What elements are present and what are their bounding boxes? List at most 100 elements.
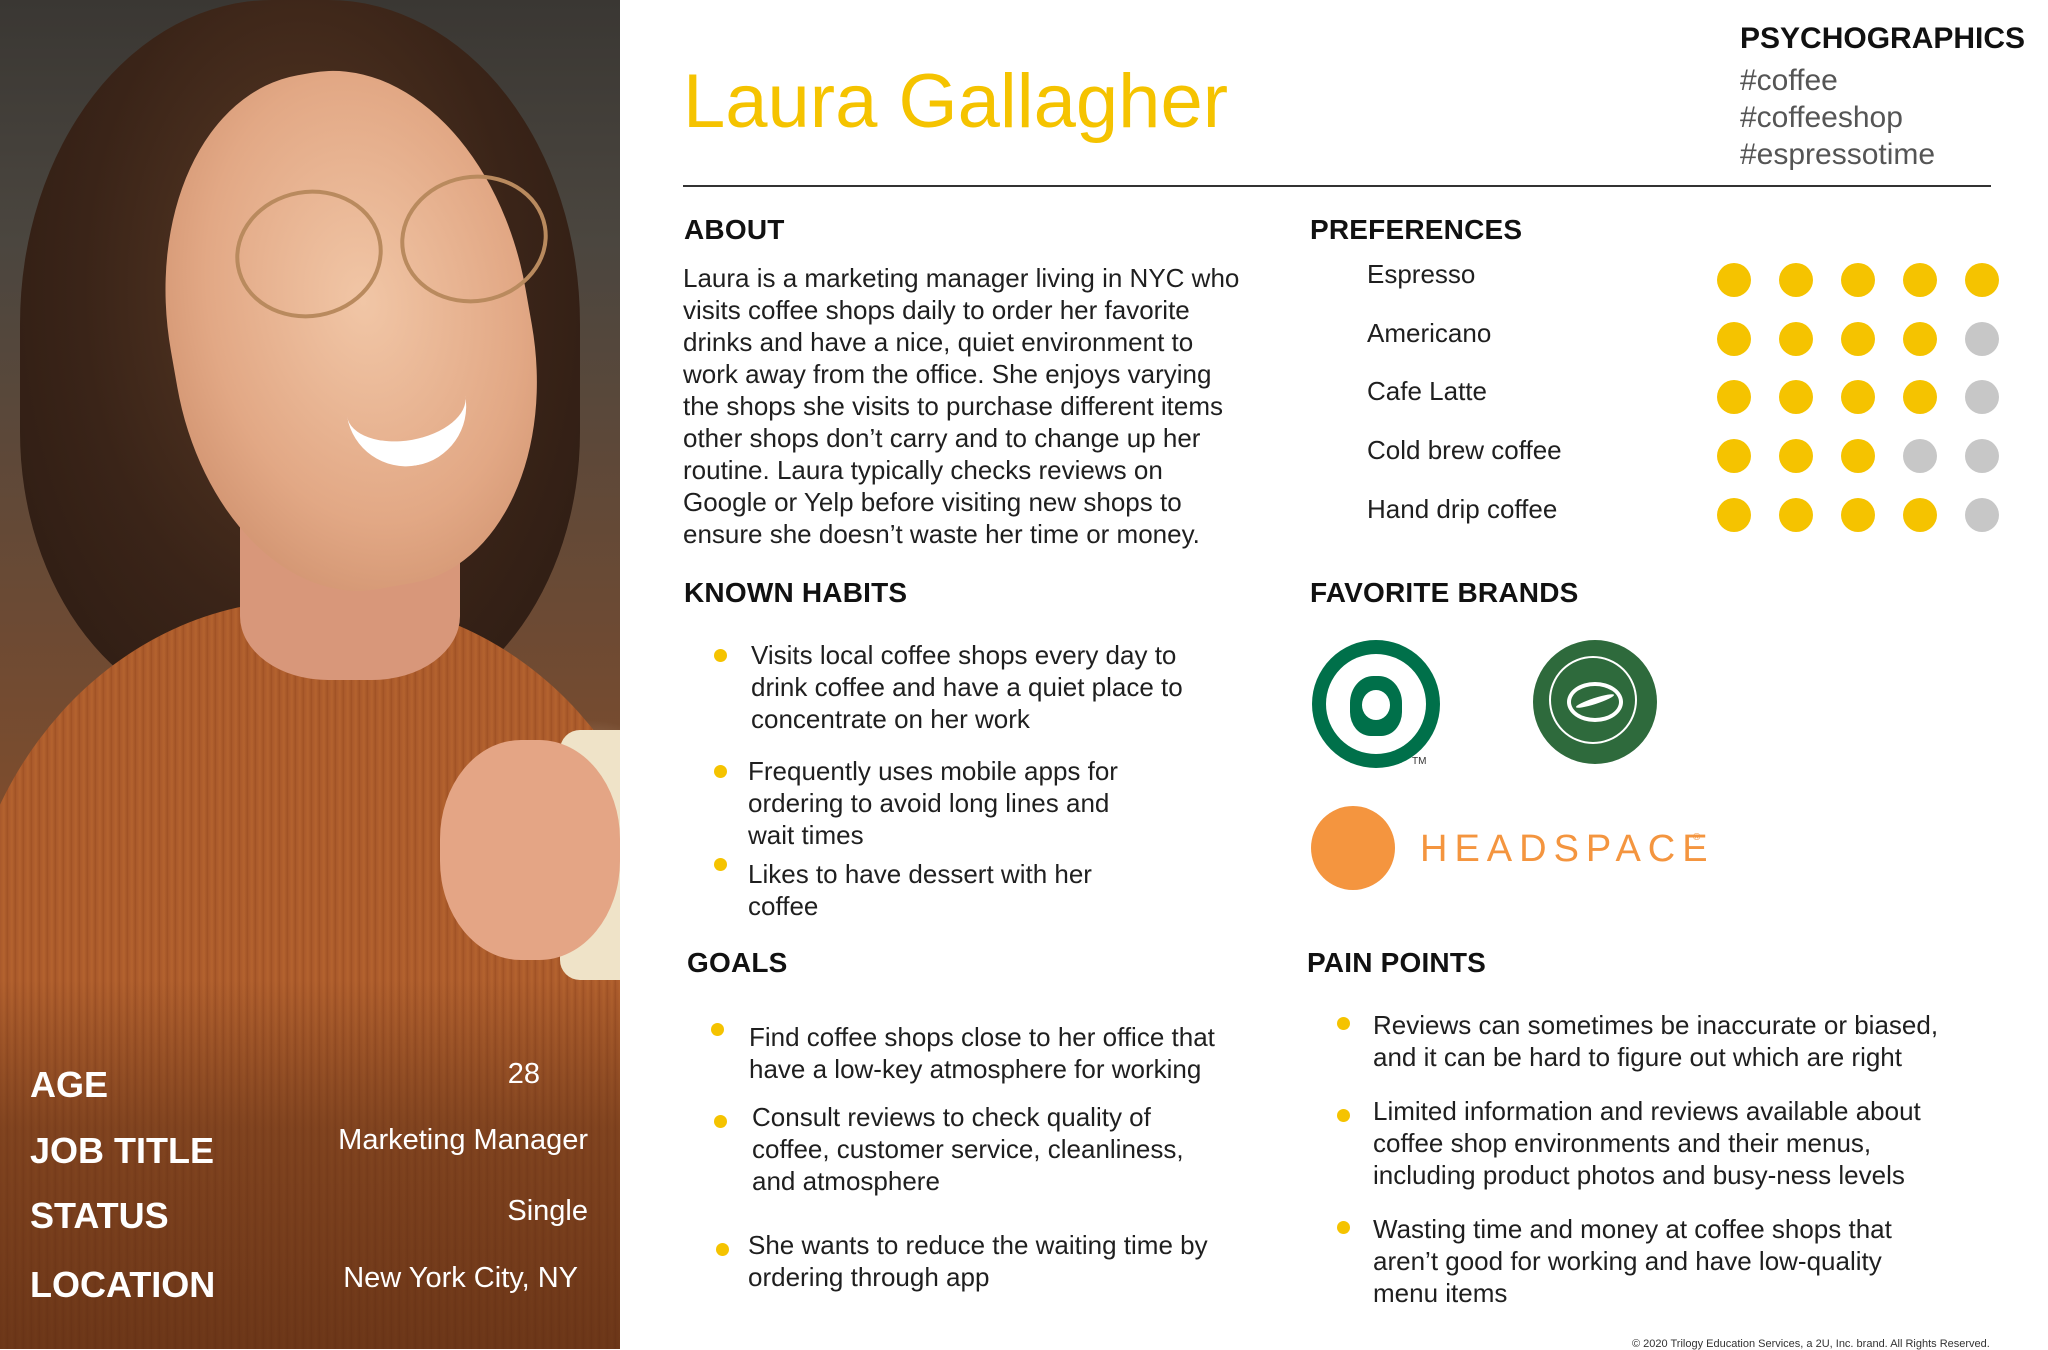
- goal-line: and atmosphere: [752, 1166, 940, 1196]
- rating-dot-filled: [1779, 380, 1813, 414]
- preference-row: Americano: [1367, 318, 2007, 362]
- preference-label: Americano: [1367, 318, 1492, 348]
- about-line: Laura is a marketing manager living in N…: [683, 263, 1240, 293]
- stat-value: New York City, NY: [343, 1262, 578, 1294]
- headspace-logo: [1311, 806, 1395, 890]
- rating-dot-filled: [1779, 498, 1813, 532]
- bullet-dot: [1337, 1109, 1350, 1122]
- preference-label: Espresso: [1367, 259, 1476, 289]
- preference-label: Cafe Latte: [1367, 376, 1487, 406]
- rating-dot-filled: [1903, 498, 1937, 532]
- habit-item: Likes to have dessert with her coffee: [714, 858, 1274, 928]
- registered-mark: ®: [1693, 832, 1701, 843]
- rating-dot-filled: [1717, 380, 1751, 414]
- goal-item: Find coffee shops close to her office th…: [711, 1021, 1291, 1091]
- about-line: work away from the office. She enjoys va…: [683, 359, 1212, 389]
- about-heading: ABOUT: [684, 214, 785, 245]
- stat-label: STATUS: [30, 1195, 169, 1236]
- persona-name: Laura Gallagher: [683, 59, 1229, 144]
- stat-value: 28: [507, 1058, 540, 1090]
- pain-point-text: Limited information and reviews availabl…: [1373, 1095, 1921, 1191]
- stat-label: LOCATION: [30, 1264, 216, 1305]
- rating-dot-filled: [1717, 263, 1751, 297]
- pain-point-line: including product photos and busy-ness l…: [1373, 1160, 1905, 1190]
- habits-heading: KNOWN HABITS: [684, 577, 908, 608]
- goals-heading: GOALS: [687, 947, 788, 978]
- rating-dot-filled: [1841, 439, 1875, 473]
- habit-item: Visits local coffee shops every day to d…: [714, 639, 1274, 739]
- preference-row: Cafe Latte: [1367, 376, 2007, 420]
- rating-dot-filled: [1903, 322, 1937, 356]
- starbucks-logo: [1312, 640, 1440, 768]
- header-divider: [683, 185, 1991, 187]
- preference-row: Cold brew coffee: [1367, 435, 2007, 479]
- goal-line: have a low-key atmosphere for working: [749, 1054, 1202, 1084]
- rating-dot-empty: [1965, 498, 1999, 532]
- habit-text: Visits local coffee shops every day to d…: [751, 639, 1183, 735]
- stat-status: STATUS Single: [30, 1189, 590, 1249]
- pain-point-item: Wasting time and money at coffee shops t…: [1337, 1213, 1997, 1313]
- rating-dot-filled: [1903, 263, 1937, 297]
- hand-shape: [440, 740, 620, 960]
- espresso-house-logo: [1533, 640, 1657, 764]
- rating-dot-filled: [1779, 263, 1813, 297]
- stat-age: AGE 28: [30, 1058, 590, 1118]
- rating-dot-filled: [1717, 498, 1751, 532]
- pain-point-text: Reviews can sometimes be inaccurate or b…: [1373, 1009, 1938, 1073]
- habit-line: Visits local coffee shops every day to: [751, 640, 1177, 670]
- preferences-heading: PREFERENCES: [1310, 214, 1523, 245]
- rating-dot-empty: [1965, 322, 1999, 356]
- habit-line: drink coffee and have a quiet place to: [751, 672, 1183, 702]
- rating-dot-filled: [1965, 263, 1999, 297]
- about-line: other shops don’t carry and to change up…: [683, 423, 1201, 453]
- psychographics: PSYCHOGRAPHICS #coffee #coffeeshop #espr…: [1740, 22, 2040, 173]
- habit-line: coffee: [748, 891, 819, 921]
- goal-line: coffee, customer service, cleanliness,: [752, 1134, 1184, 1164]
- habit-line: Frequently uses mobile apps for: [748, 756, 1118, 786]
- bullet-dot: [711, 1023, 724, 1036]
- stat-value: Single: [507, 1195, 588, 1227]
- pain-point-line: and it can be hard to figure out which a…: [1373, 1042, 1902, 1072]
- goal-line: Consult reviews to check quality of: [752, 1102, 1151, 1132]
- about-line: drinks and have a nice, quiet environmen…: [683, 327, 1194, 357]
- pain-point-line: Wasting time and money at coffee shops t…: [1373, 1214, 1892, 1244]
- habit-line: Likes to have dessert with her: [748, 859, 1092, 889]
- psychographics-title: PSYCHOGRAPHICS: [1740, 22, 2026, 55]
- rating-dot-filled: [1717, 322, 1751, 356]
- rating-dot-filled: [1841, 380, 1875, 414]
- hashtag: #coffee: [1740, 64, 1838, 97]
- hashtag: #espressotime: [1740, 138, 1936, 171]
- habit-line: wait times: [748, 820, 864, 850]
- bullet-dot: [714, 765, 727, 778]
- rating-dot-empty: [1965, 439, 1999, 473]
- habit-text: Frequently uses mobile apps for ordering…: [748, 755, 1118, 851]
- hashtag: #coffeeshop: [1740, 101, 1903, 134]
- preference-row: Espresso: [1367, 259, 2007, 303]
- goal-line: ordering through app: [748, 1262, 990, 1292]
- trademark-mark: TM: [1412, 756, 1427, 767]
- stat-location: LOCATION New York City, NY: [30, 1258, 590, 1318]
- headspace-wordmark: HEADSPACE: [1420, 828, 1715, 870]
- bullet-dot: [714, 858, 727, 871]
- pain-points-heading: PAIN POINTS: [1307, 947, 1487, 978]
- about-line: routine. Laura typically checks reviews …: [683, 455, 1163, 485]
- pain-point-line: menu items: [1373, 1278, 1508, 1308]
- rating-dot-filled: [1717, 439, 1751, 473]
- bullet-dot: [716, 1243, 729, 1256]
- brands-heading: FAVORITE BRANDS: [1310, 577, 1579, 608]
- preference-row: Hand drip coffee: [1367, 494, 2007, 538]
- bullet-dot: [714, 1115, 727, 1128]
- pain-point-line: coffee shop environments and their menus…: [1373, 1128, 1872, 1158]
- pain-point-line: aren’t good for working and have low-qua…: [1373, 1246, 1882, 1276]
- goal-text: Find coffee shops close to her office th…: [749, 1021, 1215, 1085]
- about-line: visits coffee shops daily to order her f…: [683, 295, 1190, 325]
- pain-point-item: Reviews can sometimes be inaccurate or b…: [1337, 1009, 1997, 1079]
- preference-label: Hand drip coffee: [1367, 494, 1558, 524]
- pain-point-text: Wasting time and money at coffee shops t…: [1373, 1213, 1892, 1309]
- goal-item: Consult reviews to check quality of coff…: [714, 1101, 1294, 1201]
- bullet-dot: [714, 649, 727, 662]
- about-line: ensure she doesn’t waste her time or mon…: [683, 519, 1200, 549]
- pain-point-line: Limited information and reviews availabl…: [1373, 1096, 1921, 1126]
- about-line: Google or Yelp before visiting new shops…: [683, 487, 1182, 517]
- rating-dot-filled: [1779, 439, 1813, 473]
